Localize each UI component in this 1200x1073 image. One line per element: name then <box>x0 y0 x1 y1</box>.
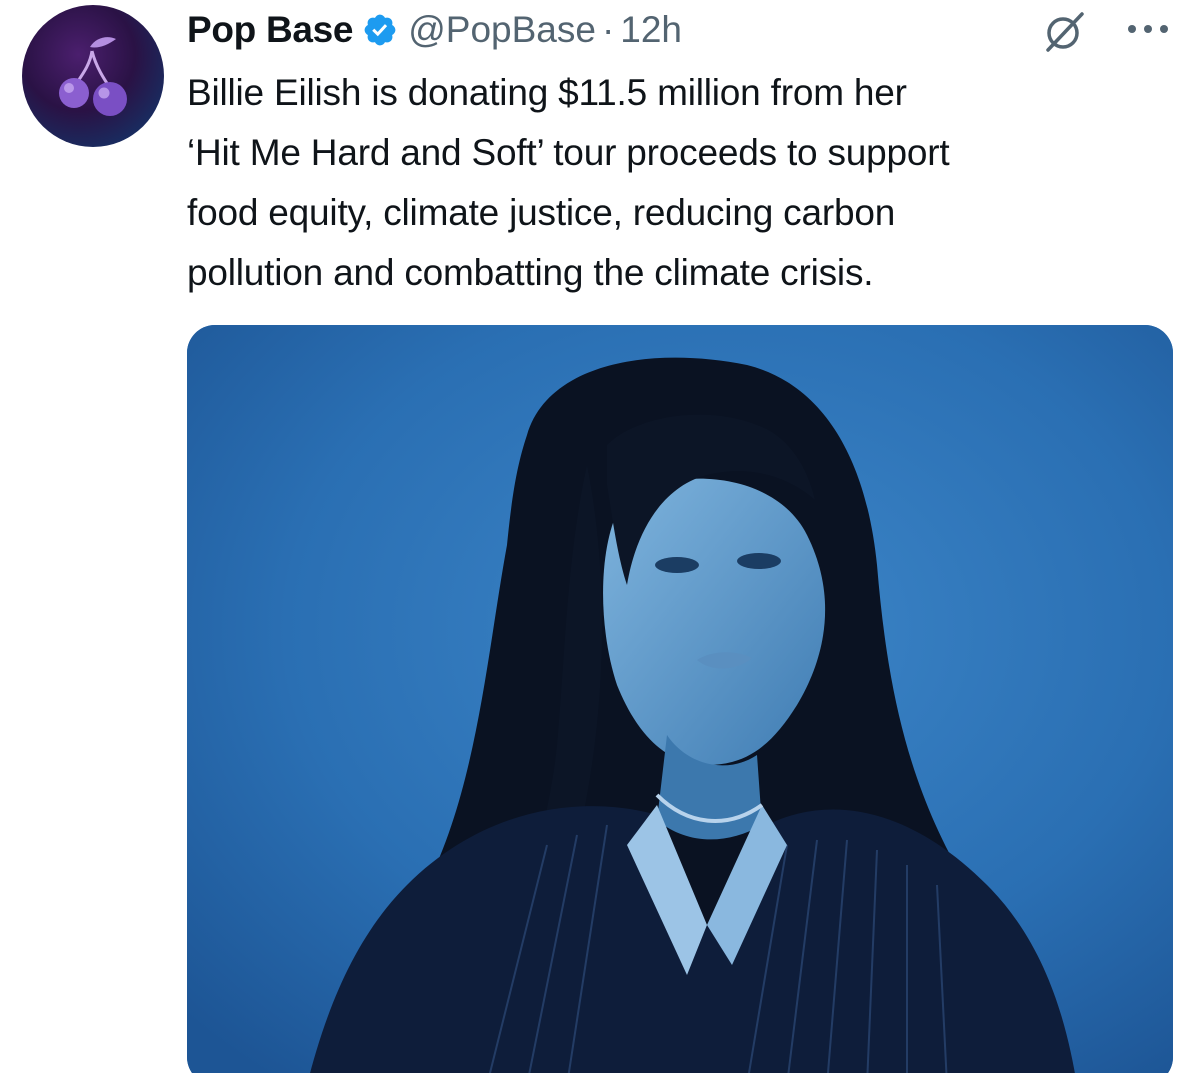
author-handle[interactable]: @PopBase <box>408 9 596 51</box>
tweet-text-line: ‘Hit Me Hard and Soft’ tour proceeds to … <box>187 132 950 173</box>
verified-badge-icon[interactable] <box>362 12 398 48</box>
tweet-timestamp[interactable]: 12h <box>620 9 682 51</box>
tweet-text: Billie Eilish is donating $11.5 million … <box>187 63 1187 303</box>
portrait-photo <box>187 325 1173 1073</box>
author-avatar[interactable] <box>22 5 164 147</box>
tweet[interactable]: Pop Base @PopBase · 12h Billie Eilish is… <box>0 0 1200 1073</box>
tweet-text-line: pollution and combatting the climate cri… <box>187 252 874 293</box>
separator-dot: · <box>601 9 615 50</box>
author-display-name[interactable]: Pop Base <box>187 9 354 51</box>
slashed-circle-icon[interactable] <box>1040 8 1088 54</box>
cherries-icon <box>59 37 127 116</box>
tweet-media-photo[interactable] <box>187 325 1173 1073</box>
ellipsis-icon[interactable] <box>1122 16 1174 42</box>
tweet-header: Pop Base @PopBase · 12h <box>187 6 682 54</box>
tweet-text-line: Billie Eilish is donating $11.5 million … <box>187 72 907 113</box>
tweet-text-line: food equity, climate justice, reducing c… <box>187 192 896 233</box>
